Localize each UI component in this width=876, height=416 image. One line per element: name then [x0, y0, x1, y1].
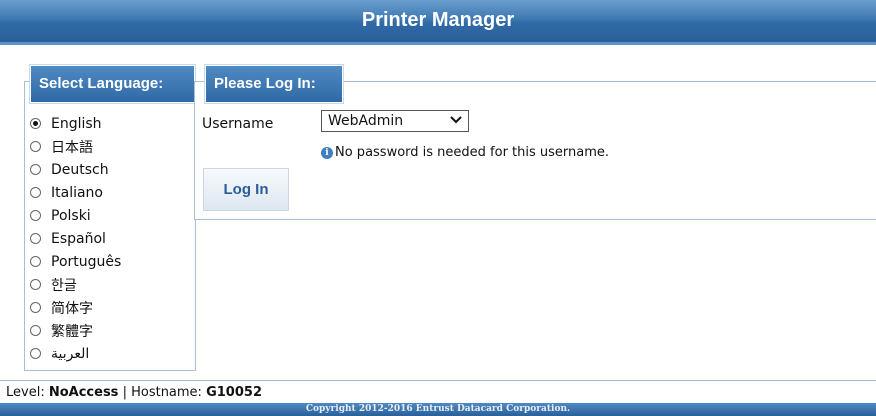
level-label: Level:	[6, 385, 45, 400]
info-icon: i	[321, 146, 333, 159]
radio-icon[interactable]	[30, 164, 41, 175]
language-option-german[interactable]: Deutsch	[30, 158, 121, 181]
language-option-italian[interactable]: Italiano	[30, 181, 121, 204]
info-text: No password is needed for this username.	[335, 145, 610, 160]
language-option-english[interactable]: English	[30, 112, 121, 135]
header-divider	[0, 42, 876, 45]
radio-icon[interactable]	[30, 325, 41, 336]
language-option-simplified-chinese[interactable]: 简体字	[30, 296, 121, 319]
radio-icon[interactable]	[30, 187, 41, 198]
radio-icon[interactable]	[30, 279, 41, 290]
radio-icon[interactable]	[30, 141, 41, 152]
username-label: Username	[202, 116, 274, 132]
login-legend: Please Log In:	[205, 65, 343, 103]
language-option-traditional-chinese[interactable]: 繁體字	[30, 319, 121, 342]
language-option-korean[interactable]: 한글	[30, 273, 121, 296]
radio-icon[interactable]	[30, 256, 41, 267]
language-option-polish[interactable]: Polski	[30, 204, 121, 227]
language-option-spanish[interactable]: Español	[30, 227, 121, 250]
language-option-portuguese[interactable]: Português	[30, 250, 121, 273]
radio-icon[interactable]	[30, 210, 41, 221]
radio-icon[interactable]	[30, 302, 41, 313]
level-value: NoAccess	[48, 385, 119, 400]
status-divider	[0, 380, 876, 381]
password-info: i No password is needed for this usernam…	[321, 145, 609, 160]
username-select-value: WebAdmin	[328, 113, 404, 129]
language-list: English 日本語 Deutsch Italiano Polski Espa…	[30, 112, 121, 365]
radio-icon[interactable]	[30, 348, 41, 359]
login-button[interactable]: Log In	[203, 168, 289, 211]
footer-copyright: Copyright 2012-2016 Entrust Datacard Cor…	[0, 403, 876, 416]
chevron-down-icon	[450, 116, 462, 124]
language-option-japanese[interactable]: 日本語	[30, 135, 121, 158]
status-separator: |	[122, 385, 127, 400]
radio-icon[interactable]	[30, 233, 41, 244]
username-select[interactable]: WebAdmin	[321, 110, 469, 132]
hostname-label: Hostname:	[131, 385, 202, 400]
hostname-value: G10052	[206, 385, 262, 400]
status-line: Level: NoAccess | Hostname: G10052	[6, 385, 262, 400]
language-option-arabic[interactable]: العربية	[30, 342, 121, 365]
header-bar: Printer Manager	[0, 0, 876, 43]
radio-icon[interactable]	[30, 118, 41, 129]
language-legend: Select Language:	[30, 65, 195, 103]
page-title: Printer Manager	[361, 9, 515, 31]
